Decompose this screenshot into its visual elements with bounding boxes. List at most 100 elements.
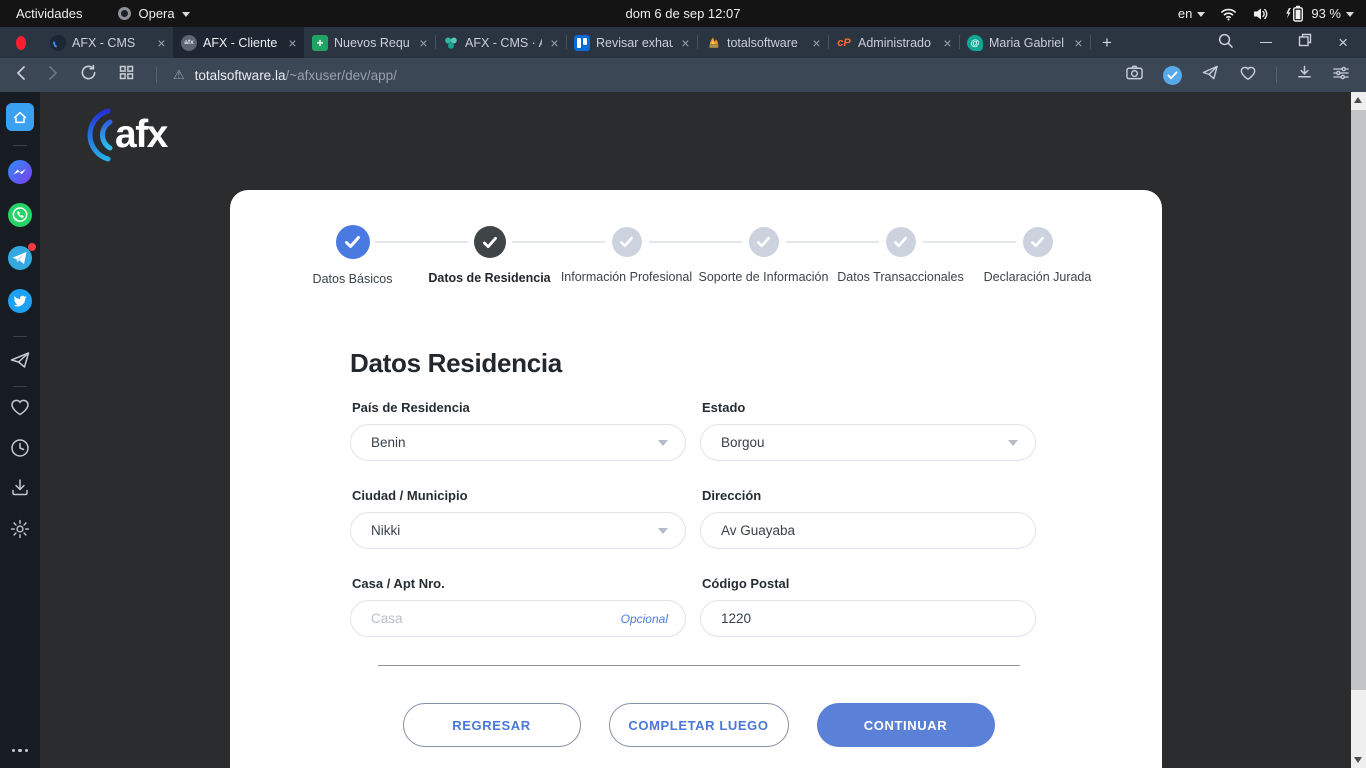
step-datos-residencia[interactable]: Datos de Residencia (421, 225, 558, 286)
tab-afx-cliente[interactable]: afx AFX - Cliente × (173, 27, 304, 58)
optional-hint: Opcional (621, 612, 668, 626)
minimize-window-icon[interactable] (1260, 42, 1272, 44)
form-card: Datos Básicos Datos de Residencia Inform… (230, 190, 1162, 768)
spreadsheet-favicon: + (312, 35, 328, 51)
browser-address-bar: ⚠ totalsoftware.la/~afxuser/dev/app/ (0, 58, 1366, 92)
bookmark-heart-icon[interactable] (1239, 65, 1257, 86)
new-tab-button[interactable]: + (1090, 27, 1124, 58)
chevron-down-icon (658, 528, 668, 539)
sidebar-more-icon[interactable] (12, 749, 29, 753)
settings-gear-icon[interactable] (9, 518, 31, 540)
close-tab-icon[interactable]: × (286, 35, 299, 51)
easy-setup-sliders-icon[interactable] (1332, 65, 1350, 86)
search-tabs-icon[interactable] (1217, 32, 1234, 54)
vertical-scrollbar[interactable] (1351, 92, 1366, 768)
url-host: totalsoftware.la (195, 68, 286, 83)
field-estado: Estado Borgou (700, 400, 1036, 461)
close-tab-icon[interactable]: × (810, 35, 823, 51)
close-window-icon[interactable]: × (1338, 34, 1348, 51)
close-tab-icon[interactable]: × (417, 35, 430, 51)
step-datos-transaccionales[interactable]: Datos Transaccionales (832, 225, 969, 286)
tab-afx-cms[interactable]: AFX - CMS × (42, 27, 173, 58)
whatsapp-icon[interactable] (7, 202, 33, 228)
afx-favicon: afx (181, 35, 197, 51)
field-ciudad-municipio: Ciudad / Municipio Nikki (350, 488, 686, 549)
tab-maria-gabriela[interactable]: @ Maria Gabriel × (959, 27, 1090, 58)
forward-button[interactable] (48, 65, 58, 86)
close-tab-icon[interactable]: × (1072, 35, 1085, 51)
bookmarks-heart-icon[interactable] (9, 397, 31, 417)
speed-dial-icon[interactable] (119, 65, 134, 85)
language-indicator[interactable]: en (1178, 6, 1205, 21)
reload-button[interactable] (80, 64, 97, 86)
country-select[interactable]: Benin (350, 424, 686, 461)
close-tab-icon[interactable]: × (548, 35, 561, 51)
scroll-up-arrow[interactable] (1354, 97, 1362, 103)
page-title: Datos Residencia (350, 348, 1041, 379)
opera-sidebar (0, 92, 40, 768)
telegram-icon[interactable] (7, 245, 33, 271)
close-tab-icon[interactable]: × (941, 35, 954, 51)
state-select[interactable]: Borgou (700, 424, 1036, 461)
step-informacion-profesional[interactable]: Información Profesional (558, 225, 695, 286)
snapshot-camera-icon[interactable] (1125, 64, 1144, 86)
flame-favicon (705, 35, 721, 51)
address-input[interactable] (721, 523, 1018, 538)
close-tab-icon[interactable]: × (155, 35, 168, 51)
form-actions: REGRESAR COMPLETAR LUEGO CONTINUAR (356, 703, 1041, 747)
history-clock-icon[interactable] (9, 437, 31, 459)
messenger-icon[interactable] (7, 159, 33, 185)
downloads-icon[interactable] (1296, 64, 1313, 86)
my-flow-send-icon[interactable] (1201, 64, 1220, 86)
tab-administrador-cpanel[interactable]: cP Administrado × (828, 27, 959, 58)
clock[interactable]: dom 6 de sep 12:07 (0, 6, 1366, 21)
continue-button[interactable]: CONTINUAR (817, 703, 995, 747)
field-codigo-postal: Código Postal (700, 576, 1036, 637)
twitter-icon[interactable] (7, 288, 33, 314)
not-secure-warning-icon[interactable]: ⚠ (173, 67, 185, 83)
chat-favicon: @ (967, 35, 983, 51)
divider (156, 67, 157, 83)
app-menu[interactable]: Opera (118, 6, 189, 21)
zip-input-wrap (700, 600, 1036, 637)
battery-indicator[interactable]: 93 % (1284, 5, 1354, 22)
field-pais-de-residencia: País de Residencia Benin (350, 400, 686, 461)
trello-favicon (574, 35, 590, 51)
wizard-stepper: Datos Básicos Datos de Residencia Inform… (230, 190, 1106, 286)
afx-logo-text: afx (115, 113, 167, 157)
browser-tab-bar: AFX - CMS × afx AFX - Cliente × + Nuevos… (0, 27, 1366, 58)
chevron-down-icon (1008, 440, 1018, 451)
volume-icon[interactable] (1252, 6, 1270, 22)
speed-dial-home-icon[interactable] (6, 103, 34, 131)
house-input-wrap: Opcional (350, 600, 686, 637)
tab-nuevos-requerimientos[interactable]: + Nuevos Requ × (304, 27, 435, 58)
back-button[interactable] (16, 65, 26, 86)
step-datos-basicos[interactable]: Datos Básicos (284, 225, 421, 286)
address-input-wrap (700, 512, 1036, 549)
url-field[interactable]: ⚠ totalsoftware.la/~afxuser/dev/app/ (173, 67, 397, 83)
zip-input[interactable] (721, 611, 1018, 626)
scroll-down-arrow[interactable] (1354, 757, 1362, 763)
city-select[interactable]: Nikki (350, 512, 686, 549)
house-input[interactable] (371, 611, 621, 626)
step-declaracion-jurada[interactable]: Declaración Jurada (969, 225, 1106, 286)
step-soporte-de-informacion[interactable]: Soporte de Información (695, 225, 832, 286)
downloads-icon[interactable] (9, 477, 31, 498)
close-tab-icon[interactable]: × (679, 35, 692, 51)
divider (378, 665, 1020, 666)
wifi-icon[interactable] (1219, 5, 1238, 22)
tab-totalsoftware[interactable]: totalsoftware × (697, 27, 828, 58)
tab-afx-cms-admin[interactable]: AFX - CMS · A × (435, 27, 566, 58)
step-check-icon (886, 227, 916, 257)
step-check-icon (749, 227, 779, 257)
scrollbar-thumb[interactable] (1351, 110, 1366, 690)
back-button[interactable]: REGRESAR (403, 703, 581, 747)
vpn-shield-icon[interactable] (1163, 66, 1182, 85)
complete-later-button[interactable]: COMPLETAR LUEGO (609, 703, 789, 747)
opera-logo[interactable] (0, 27, 42, 58)
restore-window-icon[interactable] (1298, 33, 1312, 52)
step-check-icon (474, 226, 506, 258)
tab-trello[interactable]: Revisar exhau × (566, 27, 697, 58)
activities-button[interactable]: Actividades (16, 6, 82, 21)
my-flow-icon[interactable] (9, 350, 31, 370)
